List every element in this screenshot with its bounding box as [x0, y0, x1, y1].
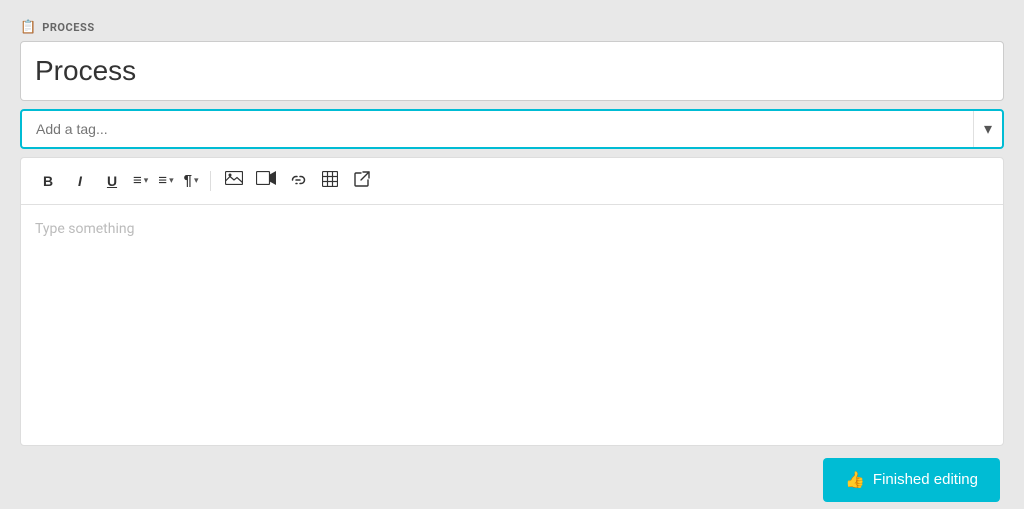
- table-button[interactable]: [315, 166, 345, 196]
- ordered-list-button[interactable]: ≡ ▾: [129, 166, 152, 196]
- italic-button[interactable]: I: [65, 166, 95, 196]
- image-button[interactable]: [219, 166, 249, 196]
- finished-editing-label: Finished editing: [873, 471, 978, 488]
- footer-area: 👍 Finished editing: [20, 458, 1004, 502]
- italic-icon: I: [78, 173, 82, 189]
- editor-toolbar: B I U ≡ ▾ ≡ ▾ ¶ ▾: [21, 158, 1003, 205]
- underline-button[interactable]: U: [97, 166, 127, 196]
- paragraph-icon: ¶: [184, 172, 192, 189]
- tag-dropdown-button[interactable]: ▾: [973, 111, 1002, 147]
- section-title: PROCESS: [42, 21, 95, 34]
- paragraph-button[interactable]: ¶ ▾: [180, 166, 203, 196]
- video-icon: [256, 171, 276, 190]
- external-link-icon: [354, 171, 370, 190]
- editor-body[interactable]: Type something: [21, 205, 1003, 445]
- toolbar-separator-1: [210, 171, 211, 191]
- image-icon: [225, 171, 243, 190]
- main-container: 📋 PROCESS ▾ B I U ≡: [20, 20, 1004, 502]
- link-button[interactable]: [283, 166, 313, 196]
- link-icon: [289, 172, 307, 190]
- editor-placeholder: Type something: [35, 221, 134, 237]
- unordered-list-arrow: ▾: [169, 175, 174, 186]
- tag-input-container: ▾: [20, 109, 1004, 149]
- video-button[interactable]: [251, 166, 281, 196]
- title-input[interactable]: [20, 41, 1004, 101]
- external-link-button[interactable]: [347, 166, 377, 196]
- underline-icon: U: [107, 173, 117, 189]
- bold-button[interactable]: B: [33, 166, 63, 196]
- editor-container: B I U ≡ ▾ ≡ ▾ ¶ ▾: [20, 157, 1004, 446]
- paragraph-arrow: ▾: [194, 175, 199, 186]
- unordered-list-button[interactable]: ≡ ▾: [154, 166, 177, 196]
- finished-editing-button[interactable]: 👍 Finished editing: [823, 458, 1000, 502]
- bold-icon: B: [43, 173, 53, 189]
- ordered-list-arrow: ▾: [144, 175, 149, 186]
- thumbs-up-icon: 👍: [845, 470, 865, 490]
- section-header: 📋 PROCESS: [20, 20, 1004, 35]
- ordered-list-icon: ≡: [133, 172, 142, 189]
- process-icon: 📋: [20, 20, 36, 35]
- table-icon: [322, 171, 338, 190]
- tag-input[interactable]: [22, 111, 973, 147]
- unordered-list-icon: ≡: [158, 172, 167, 189]
- chevron-down-icon: ▾: [984, 121, 992, 138]
